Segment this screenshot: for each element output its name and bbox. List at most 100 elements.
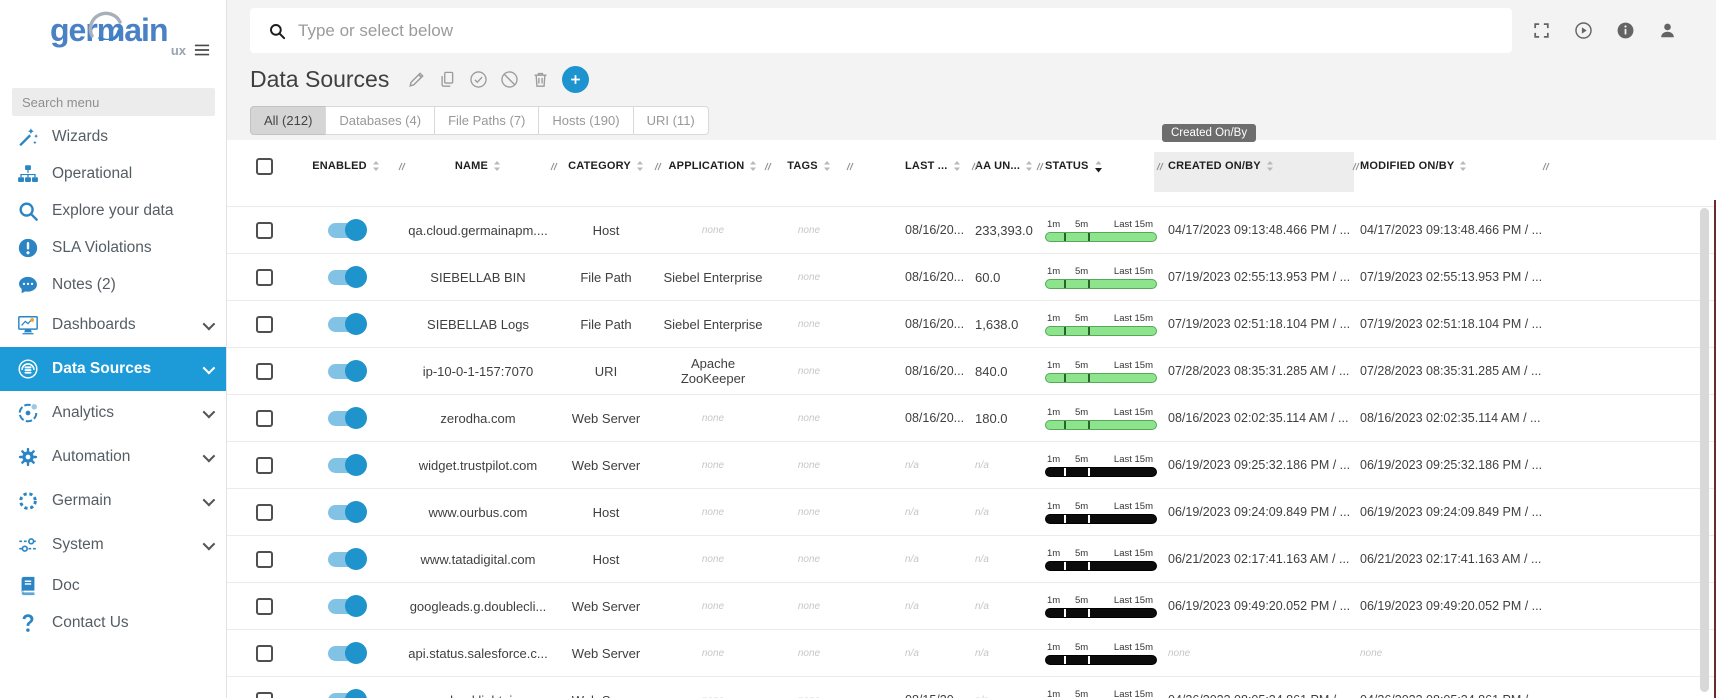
sidebar-item-analytics[interactable]: Analytics: [0, 391, 226, 435]
enabled-toggle[interactable]: [328, 646, 364, 661]
tab-databases[interactable]: Databases (4): [325, 106, 435, 135]
enabled-toggle[interactable]: [328, 693, 364, 698]
tab-file-paths[interactable]: File Paths (7): [434, 106, 539, 135]
tab-hosts[interactable]: Hosts (190): [538, 106, 633, 135]
column-resize-handle[interactable]: [763, 158, 772, 176]
enabled-toggle[interactable]: [328, 458, 364, 473]
sidebar-item-explore-your-data[interactable]: Explore your data: [0, 192, 226, 229]
row-checkbox[interactable]: [256, 316, 273, 333]
table-row[interactable]: zerodha.comWeb Servernonenone08/16/20...…: [227, 394, 1716, 441]
enabled-toggle[interactable]: [328, 411, 364, 426]
sidebar-item-operational[interactable]: Operational: [0, 155, 226, 192]
select-all-checkbox[interactable]: [256, 158, 273, 175]
column-resize-handle[interactable]: [970, 158, 979, 176]
sidebar-item-contact-us[interactable]: Contact Us: [0, 604, 226, 641]
run-play-icon[interactable]: [1574, 21, 1593, 40]
table-row[interactable]: SIEBELLAB BINFile PathSiebel Enterprisen…: [227, 253, 1716, 300]
row-checkbox[interactable]: [256, 551, 273, 568]
table-row[interactable]: ip-10-0-1-157:7070URIApache ZooKeepernon…: [227, 347, 1716, 394]
table-row[interactable]: widget.trustpilot.comWeb Servernonenonen…: [227, 441, 1716, 488]
table-row[interactable]: SIEBELLAB LogsFile PathSiebel Enterprise…: [227, 300, 1716, 347]
sort-icon[interactable]: [636, 160, 644, 172]
column-resize-handle[interactable]: [1035, 158, 1044, 176]
column-header-category[interactable]: CATEGORY: [554, 140, 658, 192]
table-row[interactable]: googleads.g.doublecli...Web Servernoneno…: [227, 582, 1716, 629]
column-header-last[interactable]: LAST ...: [850, 140, 975, 192]
sidebar-item-notes-2[interactable]: Notes (2): [0, 266, 226, 303]
enabled-toggle[interactable]: [328, 223, 364, 238]
column-resize-handle[interactable]: [1541, 158, 1550, 176]
row-checkbox[interactable]: [256, 692, 273, 698]
enabled-toggle[interactable]: [328, 317, 364, 332]
cell-modified: 07/28/2023 08:35:31.285 AM / ...: [1356, 348, 1546, 394]
sidebar-item-sla-violations[interactable]: SLA Violations: [0, 229, 226, 266]
enabled-toggle[interactable]: [328, 599, 364, 614]
hamburger-menu-icon[interactable]: [191, 40, 213, 60]
table-row[interactable]: ...cloud.lightni...Web Servernonenone08/…: [227, 676, 1716, 698]
sort-icon[interactable]: [372, 160, 380, 172]
sort-icon[interactable]: [1094, 160, 1103, 173]
copy-button[interactable]: [438, 70, 457, 89]
column-resize-handle[interactable]: [1351, 158, 1360, 176]
sidebar-item-germain[interactable]: Germain: [0, 479, 226, 523]
disable-ban-button[interactable]: [500, 70, 519, 89]
column-header-application[interactable]: APPLICATION: [658, 140, 768, 192]
delete-trash-button[interactable]: [531, 70, 550, 89]
sidebar-item-doc[interactable]: Doc: [0, 567, 226, 604]
row-checkbox[interactable]: [256, 363, 273, 380]
column-header-aa-un[interactable]: AA UN...: [975, 140, 1040, 192]
global-search[interactable]: [250, 8, 1512, 53]
sidebar-item-data-sources[interactable]: Data Sources: [0, 347, 226, 391]
column-header-status[interactable]: STATUS: [1040, 140, 1160, 192]
enabled-toggle[interactable]: [328, 552, 364, 567]
tab-uri[interactable]: URI (11): [633, 106, 709, 135]
sidebar-item-dashboards[interactable]: Dashboards: [0, 303, 226, 347]
sidebar-item-system[interactable]: System: [0, 523, 226, 567]
sidebar-item-automation[interactable]: Automation: [0, 435, 226, 479]
table-row[interactable]: www.tatadigital.comHostnonenonen/an/a1m5…: [227, 535, 1716, 582]
sort-icon[interactable]: [1266, 160, 1274, 172]
column-resize-handle[interactable]: [1155, 158, 1164, 176]
column-header-name[interactable]: NAME: [402, 140, 554, 192]
enabled-toggle[interactable]: [328, 270, 364, 285]
table-row[interactable]: www.ourbus.comHostnonenonen/an/a1m5mLast…: [227, 488, 1716, 535]
sort-icon[interactable]: [823, 160, 831, 172]
row-checkbox[interactable]: [256, 410, 273, 427]
sidebar-search-input[interactable]: [12, 88, 215, 116]
sort-icon[interactable]: [1025, 160, 1033, 172]
column-header-tags[interactable]: TAGS: [768, 140, 850, 192]
column-header-created-on-by[interactable]: CREATED ON/BYCreated On/By: [1160, 140, 1356, 192]
info-icon[interactable]: [1616, 21, 1635, 40]
table-row[interactable]: api.status.salesforce.c...Web Servernone…: [227, 629, 1716, 676]
sort-icon[interactable]: [953, 160, 961, 172]
sort-icon[interactable]: [749, 160, 757, 172]
table-scrollbar[interactable]: [1700, 208, 1709, 692]
sort-icon[interactable]: [493, 160, 501, 172]
user-icon[interactable]: [1658, 21, 1677, 40]
enabled-toggle[interactable]: [328, 364, 364, 379]
row-checkbox[interactable]: [256, 222, 273, 239]
edit-pencil-button[interactable]: [407, 70, 426, 89]
add-button[interactable]: [562, 66, 589, 93]
column-header-modified-on-by[interactable]: MODIFIED ON/BY: [1356, 140, 1546, 192]
column-resize-handle[interactable]: [397, 158, 406, 176]
row-checkbox[interactable]: [256, 269, 273, 286]
column-resize-handle[interactable]: [845, 158, 854, 176]
table-row[interactable]: qa.cloud.germainapm....Hostnonenone08/16…: [227, 206, 1716, 253]
cell-text: api.status.salesforce.c...: [408, 646, 547, 661]
row-checkbox[interactable]: [256, 457, 273, 474]
approve-check-button[interactable]: [469, 70, 488, 89]
fullscreen-icon[interactable]: [1532, 21, 1551, 40]
column-resize-handle[interactable]: [653, 158, 662, 176]
sort-icon[interactable]: [1459, 160, 1467, 172]
global-search-input[interactable]: [298, 21, 1512, 41]
row-checkbox[interactable]: [256, 645, 273, 662]
sidebar-item-wizards[interactable]: Wizards: [0, 118, 226, 155]
column-header-enabled[interactable]: ENABLED: [290, 140, 402, 192]
row-checkbox[interactable]: [256, 598, 273, 615]
row-checkbox[interactable]: [256, 504, 273, 521]
enabled-toggle[interactable]: [328, 505, 364, 520]
tab-all[interactable]: All (212): [250, 106, 326, 135]
cell-select: [227, 677, 290, 698]
column-resize-handle[interactable]: [549, 158, 558, 176]
